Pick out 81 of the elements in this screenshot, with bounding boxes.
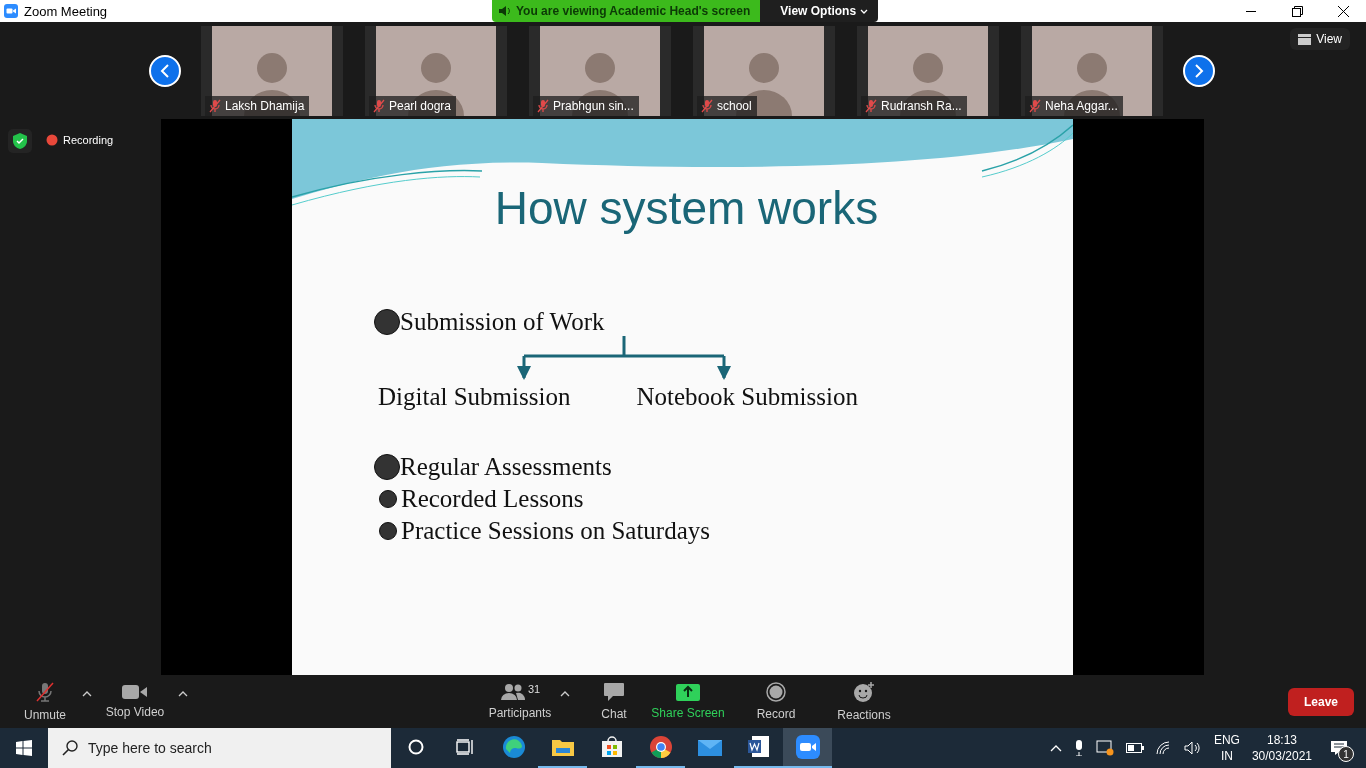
notification-count: 1	[1338, 746, 1354, 762]
branch-label: Notebook Submission	[636, 383, 858, 411]
speaker-icon	[498, 5, 510, 17]
document-icon	[747, 735, 770, 759]
mic-icon[interactable]	[1073, 740, 1084, 756]
bullet-icon	[374, 454, 400, 480]
battery-icon[interactable]	[1125, 743, 1144, 753]
shopping-bag-icon	[600, 736, 623, 758]
next-page-button[interactable]	[1183, 54, 1215, 87]
caret-button[interactable]	[560, 690, 570, 697]
previous-page-button[interactable]	[149, 54, 181, 87]
participant-name: Laksh Dhamija	[205, 95, 310, 116]
leave-button[interactable]: Leave	[1287, 687, 1354, 716]
chevron-left-icon	[160, 63, 170, 78]
participant-video-tile[interactable]: Neha Aggar...	[1021, 25, 1163, 116]
people-icon	[499, 683, 526, 701]
notifications-button[interactable]: 1	[1324, 733, 1354, 763]
wifi-icon[interactable]	[1155, 741, 1172, 755]
close-icon	[1337, 5, 1349, 17]
folder-icon	[550, 737, 575, 757]
screen-share-banner: You are viewing Academic Head's screen	[492, 0, 761, 22]
chat-button[interactable]: Chat	[584, 676, 644, 727]
chrome-icon	[648, 735, 673, 759]
monitor-alert-icon[interactable]	[1095, 740, 1114, 756]
search-field[interactable]: Type here to search	[48, 728, 391, 768]
view-options-button[interactable]: View Options	[760, 0, 879, 22]
browser-wave-icon	[501, 735, 526, 759]
participant-name: Rudransh Ra...	[861, 95, 967, 116]
bullet-icon	[379, 490, 397, 508]
record-button[interactable]: Record	[732, 676, 820, 727]
recording-indicator: Recording	[46, 134, 114, 146]
chevron-right-icon	[1194, 63, 1204, 78]
participant-count: 31	[527, 683, 541, 695]
bullet-icon	[379, 522, 397, 540]
bullet-icon	[374, 309, 400, 335]
participant-video-tile[interactable]: Pearl dogra	[365, 25, 507, 116]
branch-label: Digital Submission	[378, 383, 571, 411]
participant-name: Prabhgun sin...	[533, 95, 639, 116]
video-camera-icon	[795, 735, 820, 759]
bullet-text: Practice Sessions on Saturdays	[401, 517, 710, 545]
participant-name: school	[697, 95, 757, 116]
participant-name: Neha Aggar...	[1025, 95, 1123, 116]
participant-video-tile[interactable]: school	[693, 25, 835, 116]
task-view-icon	[455, 739, 474, 755]
caret-button[interactable]	[82, 690, 92, 697]
taskbar-app-button[interactable]	[783, 728, 832, 768]
video-button[interactable]: Stop Video	[92, 676, 178, 727]
participant-video-tile[interactable]: Prabhgun sin...	[529, 25, 671, 116]
slide-title: How system works	[494, 181, 879, 235]
bullet-text: Submission of Work	[400, 308, 605, 336]
windows-logo-icon	[16, 740, 32, 756]
minimize-icon	[1246, 10, 1256, 12]
share-screen-icon	[676, 683, 700, 701]
window-title: Zoom Meeting	[24, 3, 108, 19]
bullet-text: Regular Assessments	[400, 453, 612, 481]
search-icon	[62, 740, 78, 756]
clock[interactable]: 18:13 30/03/2021	[1251, 732, 1312, 764]
reactions-button[interactable]: Reactions	[820, 676, 908, 727]
participants-button[interactable]: 31 Participants	[480, 676, 560, 727]
record-dot-icon	[46, 134, 58, 146]
envelope-icon	[697, 738, 722, 756]
participant-video-tile[interactable]: Rudransh Ra...	[857, 25, 999, 116]
caret-button[interactable]	[178, 690, 188, 697]
view-button[interactable]: View	[1290, 28, 1350, 50]
restore-icon	[1291, 5, 1303, 17]
participant-video-tile[interactable]: Laksh Dhamija	[201, 25, 343, 116]
input-language-indicator[interactable]: ENG IN	[1213, 732, 1240, 764]
chat-bubble-icon	[603, 682, 625, 702]
unmute-button[interactable]: Unmute	[8, 676, 82, 727]
bullet-text: Recorded Lessons	[401, 485, 584, 513]
smiley-plus-icon	[853, 681, 875, 703]
chevron-up-icon[interactable]	[1049, 744, 1062, 752]
participant-name: Pearl dogra	[369, 95, 457, 116]
circle-icon	[407, 739, 424, 755]
video-camera-icon	[4, 4, 18, 18]
grid-icon	[1298, 33, 1312, 45]
share-button[interactable]: Share Screen	[644, 676, 732, 727]
security-shield-icon[interactable]	[8, 129, 32, 153]
chevron-down-icon	[860, 8, 869, 14]
record-icon	[766, 682, 786, 702]
speaker-icon[interactable]	[1183, 741, 1202, 755]
